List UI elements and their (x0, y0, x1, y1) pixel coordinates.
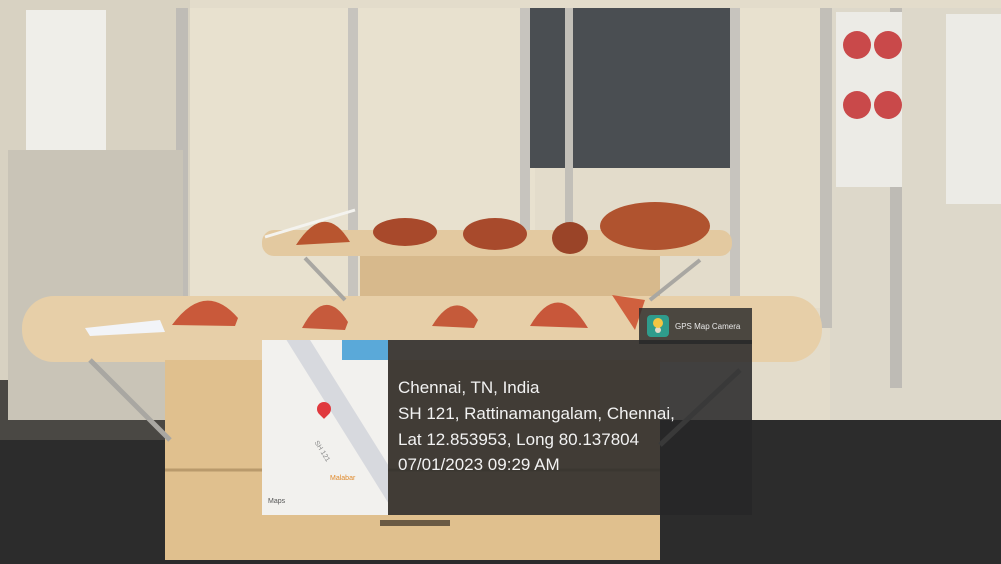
gps-camera-app-name: GPS Map Camera (675, 321, 741, 331)
maps-brand-label: Maps (268, 498, 286, 505)
location-info-panel: Chennai, TN, India SH 121, Rattinamangal… (388, 340, 752, 515)
location-coordinates: Lat 12.853953, Long 80.137804 (398, 430, 640, 449)
location-title: Chennai, TN, India (398, 378, 540, 397)
map-road (269, 340, 388, 515)
location-map-thumbnail: SH 121 Malabar Maps (262, 340, 388, 515)
map-poi-label: Malabar (330, 475, 356, 482)
map-water (342, 340, 388, 360)
map-road-label: SH 121 (312, 439, 331, 464)
photo: GPS Map Camera SH 121 Malabar Maps Chenn… (0, 0, 1001, 564)
gps-camera-badge: GPS Map Camera (639, 308, 752, 344)
gps-map-camera-app-icon (647, 315, 669, 337)
location-address: SH 121, Rattinamangalam, Chennai, (398, 404, 675, 423)
capture-datetime: 07/01/2023 09:29 AM (398, 455, 560, 474)
